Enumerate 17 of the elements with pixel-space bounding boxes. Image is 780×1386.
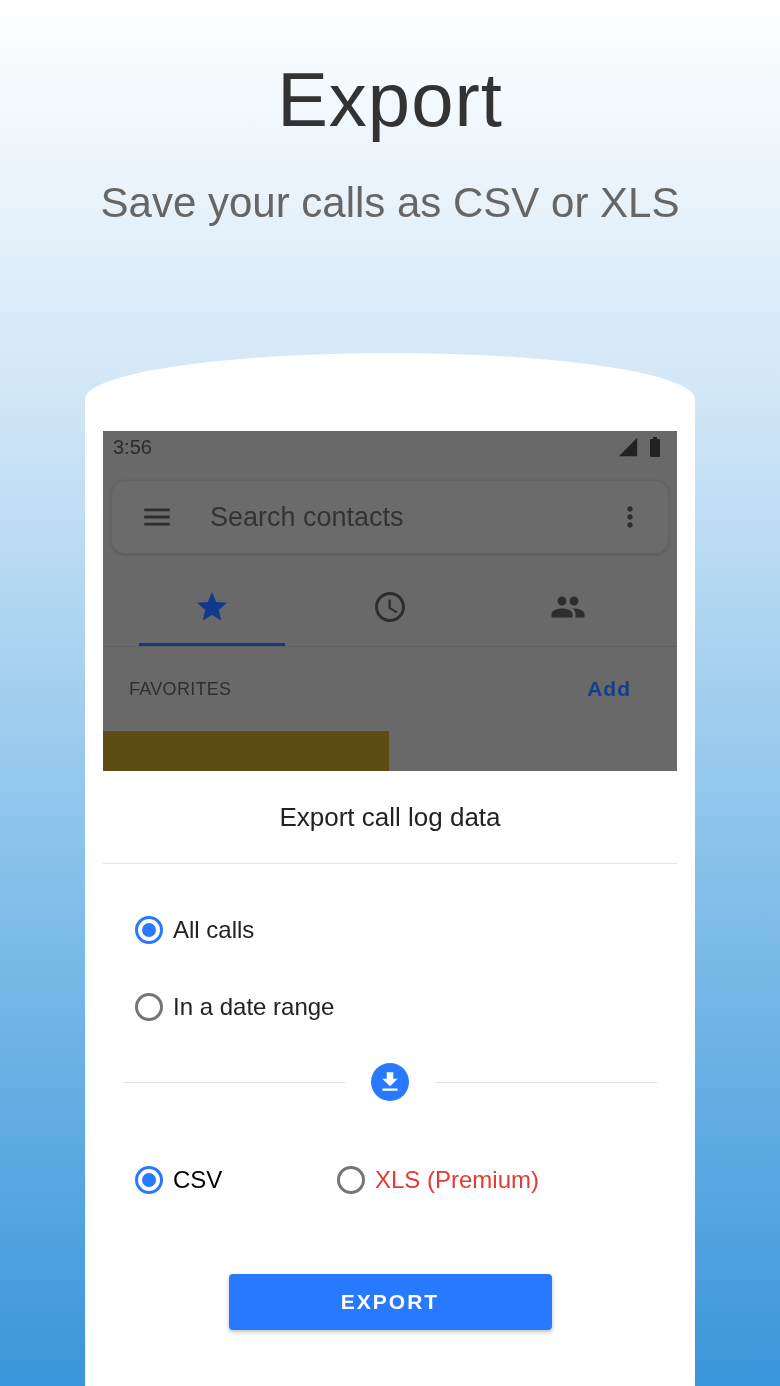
export-button[interactable]: EXPORT xyxy=(228,1274,552,1331)
radio-icon[interactable] xyxy=(135,992,163,1021)
search-field[interactable]: Search contacts xyxy=(111,480,669,555)
dialog-title: Export call log data xyxy=(103,771,677,865)
radio-option[interactable]: All calls xyxy=(135,891,645,969)
radio-icon[interactable] xyxy=(135,915,163,944)
section-label: FAVORITES xyxy=(129,678,232,700)
radio-option[interactable]: In a date range xyxy=(135,968,645,1046)
radio-icon[interactable] xyxy=(337,1165,365,1194)
search-placeholder: Search contacts xyxy=(210,501,405,533)
radio-option[interactable]: CSV xyxy=(135,1141,337,1219)
status-time: 3:56 xyxy=(113,435,153,459)
download-icon xyxy=(371,1063,409,1102)
signal-icon xyxy=(617,436,639,459)
page-subtitle: Save your calls as CSV or XLS xyxy=(100,178,680,228)
radio-option[interactable]: XLS (Premium) xyxy=(337,1141,540,1219)
radio-icon[interactable] xyxy=(135,1165,163,1194)
